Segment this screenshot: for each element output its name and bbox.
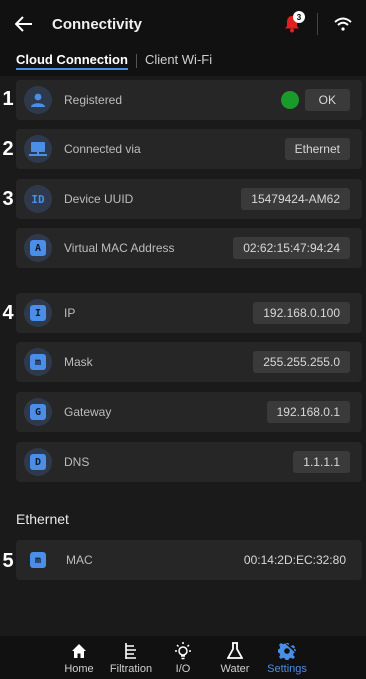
- id-glyph: ID: [31, 192, 45, 206]
- row-number: 3: [2, 188, 14, 210]
- id-icon: ID: [24, 185, 52, 213]
- tab-bar: Cloud Connection Client Wi-Fi: [0, 48, 366, 76]
- g-glyph: G: [30, 404, 46, 420]
- row-value: 255.255.255.0: [253, 351, 350, 373]
- row-value: 1.1.1.1: [293, 451, 350, 473]
- d-icon: D: [24, 448, 52, 476]
- row-value: 192.168.0.1: [266, 401, 350, 423]
- nav-io[interactable]: I/O: [157, 636, 209, 679]
- row-value: Ethernet: [284, 138, 350, 160]
- row-label: Device UUID: [64, 192, 134, 206]
- row-label: DNS: [64, 455, 90, 469]
- home-icon: [71, 640, 87, 662]
- row-registered: Registered OK: [16, 80, 362, 120]
- m-icon: m: [24, 546, 52, 574]
- nav-label: Filtration: [109, 663, 153, 675]
- row-number: 2: [2, 138, 14, 160]
- row-value: OK: [304, 89, 350, 111]
- a-icon: A: [24, 234, 52, 262]
- row-ip: I IP 192.168.0.100: [16, 293, 362, 333]
- nav-label: Home: [64, 663, 94, 675]
- row-label: MAC: [66, 553, 93, 567]
- flask-icon: [227, 640, 243, 662]
- row-label: Virtual MAC Address: [64, 241, 175, 255]
- row-label: Mask: [64, 355, 93, 369]
- gear-icon: [278, 640, 296, 662]
- nav-label: I/O: [175, 663, 191, 675]
- row-value: 192.168.0.100: [253, 302, 350, 324]
- row-label: Connected via: [64, 142, 141, 156]
- row-mask: m Mask 255.255.255.0: [16, 342, 362, 382]
- row-number: 5: [2, 550, 14, 572]
- row-value: 02:62:15:47:94:24: [233, 237, 350, 259]
- nav-water[interactable]: Water: [209, 636, 261, 679]
- tab-client-wifi[interactable]: Client Wi-Fi: [137, 48, 220, 76]
- notification-button[interactable]: 3: [277, 9, 307, 39]
- monitor-icon: [24, 135, 52, 163]
- nav-filtration[interactable]: Filtration: [105, 636, 157, 679]
- nav-label: Settings: [267, 663, 307, 675]
- back-arrow-icon[interactable]: [0, 0, 48, 48]
- status-indicator: [280, 91, 299, 109]
- row-dns: D DNS 1.1.1.1: [16, 442, 362, 482]
- row-value: 15479424-AM62: [241, 188, 350, 210]
- tab-cloud-connection[interactable]: Cloud Connection: [8, 48, 136, 76]
- row-device-uuid: ID Device UUID 15479424-AM62: [16, 179, 362, 219]
- g-icon: G: [24, 398, 52, 426]
- section-title-ethernet: Ethernet: [16, 511, 69, 527]
- header-divider: [317, 13, 318, 35]
- filtration-icon: [123, 640, 139, 662]
- i-glyph: I: [30, 305, 46, 321]
- row-label: Registered: [64, 93, 123, 107]
- app-header: Connectivity 3: [0, 0, 366, 48]
- a-glyph: A: [30, 240, 46, 256]
- m-icon: m: [24, 348, 52, 376]
- row-number: 1: [2, 88, 14, 110]
- notification-badge: 3: [293, 11, 305, 23]
- nav-label: Water: [220, 663, 250, 675]
- bulb-icon: [172, 640, 194, 662]
- nav-home[interactable]: Home: [53, 636, 105, 679]
- m-glyph: m: [30, 354, 46, 370]
- row-label: Gateway: [64, 405, 112, 419]
- d-glyph: D: [30, 454, 46, 470]
- bottom-nav: Home Filtration I/O Water Settings: [0, 636, 366, 679]
- row-virtual-mac: A Virtual MAC Address 02:62:15:47:94:24: [16, 228, 362, 268]
- row-number: 4: [2, 302, 14, 324]
- row-gateway: G Gateway 192.168.0.1: [16, 392, 362, 432]
- row-value: 00:14:2D:EC:32:80: [243, 553, 346, 567]
- row-label: IP: [64, 306, 76, 320]
- row-ethernet-mac: m MAC 00:14:2D:EC:32:80: [16, 540, 362, 580]
- page-title: Connectivity: [52, 15, 143, 33]
- row-connected-via: Connected via Ethernet: [16, 129, 362, 169]
- nav-settings[interactable]: Settings: [261, 636, 313, 679]
- m-glyph: m: [30, 552, 46, 568]
- wifi-icon[interactable]: [328, 9, 358, 39]
- i-icon: I: [24, 299, 52, 327]
- user-icon: [24, 86, 52, 114]
